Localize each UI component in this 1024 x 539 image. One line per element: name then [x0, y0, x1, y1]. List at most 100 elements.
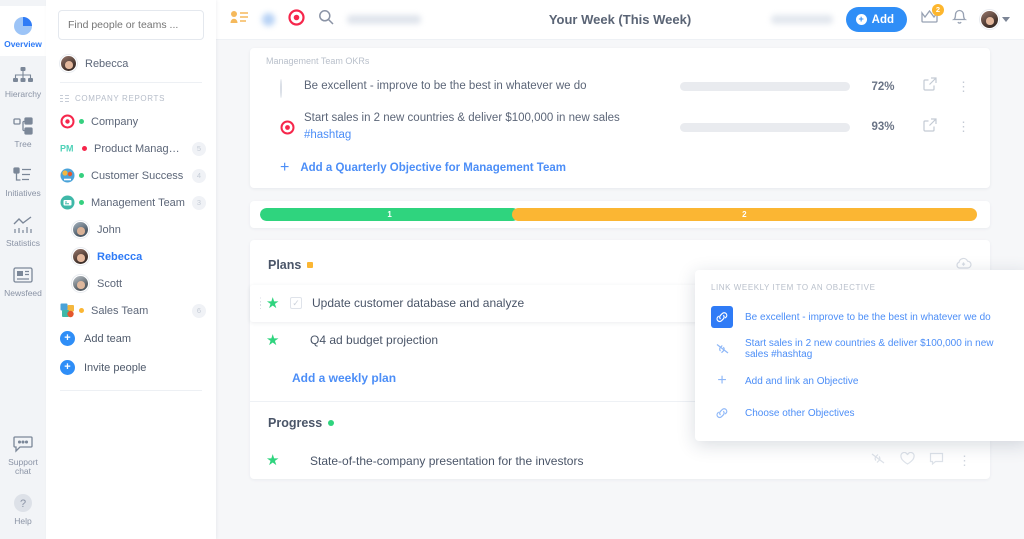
- progress-item-text[interactable]: State-of-the-company presentation for th…: [310, 454, 860, 468]
- popup-option-row[interactable]: Start sales in 2 new countries & deliver…: [695, 333, 1024, 365]
- svg-text:?: ?: [20, 498, 26, 510]
- heart-icon[interactable]: [900, 452, 915, 470]
- strip: 1 2: [260, 208, 980, 221]
- week-progress-strip: 1 2: [250, 201, 990, 228]
- popup-option-row[interactable]: Choose other Objectives: [695, 397, 1024, 429]
- strip-segment-2[interactable]: 2: [512, 208, 976, 221]
- team-row-product-management[interactable]: PM Product Managem... 5: [46, 135, 216, 162]
- rail-item-support-chat[interactable]: Support chat: [0, 424, 46, 484]
- rail-item-overview[interactable]: Overview: [0, 6, 46, 56]
- bell-icon[interactable]: [952, 9, 967, 30]
- drag-handle-icon[interactable]: ⋮⋮: [256, 299, 265, 307]
- rail-item-initiatives[interactable]: Initiatives: [0, 155, 46, 205]
- target-icon[interactable]: [280, 120, 294, 134]
- add-team-label: Add team: [84, 333, 131, 345]
- okr-hashtag[interactable]: #hashtag: [304, 127, 670, 144]
- invite-people-button[interactable]: + Invite people: [46, 353, 216, 382]
- open-external-icon[interactable]: [916, 118, 944, 137]
- plus-icon: +: [711, 370, 733, 392]
- top-bar: Your Week (This Week) + Add 2: [216, 0, 1024, 40]
- strip-segment-label: 1: [387, 210, 391, 219]
- people-teams-panel: Rebecca Company reports Company PM Produ…: [46, 0, 216, 539]
- popup-option-label: Be excellent - improve to be the best in…: [745, 312, 991, 323]
- team-row-customer-success[interactable]: Customer Success 4: [46, 162, 216, 189]
- icon-rail: Overview Hierarchy Tree Initiatives Stat: [0, 0, 46, 539]
- progress-more-menu[interactable]: ⋮: [958, 453, 972, 469]
- rail-item-statistics[interactable]: Statistics: [0, 205, 46, 255]
- blurred-text: [347, 15, 421, 24]
- rail-item-tree[interactable]: Tree: [0, 106, 46, 156]
- okr-more-menu[interactable]: ⋮: [954, 79, 974, 95]
- target-icon[interactable]: [288, 9, 305, 31]
- open-external-icon[interactable]: [916, 77, 944, 96]
- team-row-sales-team[interactable]: Sales Team 6: [46, 297, 216, 324]
- plan-checkbox[interactable]: ✓: [290, 297, 302, 309]
- crown-icon[interactable]: 2: [920, 9, 939, 30]
- question-mark-icon: ?: [0, 490, 46, 516]
- okr-more-menu[interactable]: ⋮: [954, 119, 974, 135]
- people-icon[interactable]: [230, 10, 249, 30]
- rail-item-newsfeed[interactable]: Newsfeed: [0, 255, 46, 305]
- search-input[interactable]: [58, 10, 204, 40]
- okr-title[interactable]: Be excellent - improve to be the best in…: [304, 78, 670, 95]
- pie-chart-icon: [0, 13, 46, 39]
- link-broken-icon[interactable]: [870, 452, 886, 470]
- strip-segment-1[interactable]: 1: [260, 208, 519, 221]
- add-weekly-plan-label: Add a weekly plan: [292, 371, 396, 385]
- okr-title[interactable]: Start sales in 2 new countries & deliver…: [304, 112, 620, 124]
- company-reports-text: Company reports: [75, 94, 165, 103]
- star-icon[interactable]: ★: [266, 333, 280, 348]
- rail-item-help[interactable]: ? Help: [0, 483, 46, 539]
- add-quarterly-objective-button[interactable]: + Add a Quarterly Objective for Manageme…: [250, 152, 990, 188]
- invite-people-label: Invite people: [84, 362, 146, 374]
- member-row-john[interactable]: John: [46, 216, 216, 243]
- rail-label: Support chat: [0, 458, 46, 478]
- okr-row: Start sales in 2 new countries & deliver…: [250, 103, 990, 152]
- list-icon: [60, 94, 69, 103]
- rail-label: Initiatives: [0, 189, 46, 199]
- hierarchy-icon: [0, 63, 46, 89]
- status-dot: [79, 173, 84, 178]
- star-icon[interactable]: ★: [266, 453, 280, 468]
- team-row-company[interactable]: Company: [46, 108, 216, 135]
- rail-item-hierarchy[interactable]: Hierarchy: [0, 56, 46, 106]
- member-row-scott[interactable]: Scott: [46, 270, 216, 297]
- rail-label: Hierarchy: [0, 90, 46, 100]
- status-dot: [79, 308, 84, 313]
- user-menu[interactable]: [980, 10, 1010, 29]
- add-team-button[interactable]: + Add team: [46, 324, 216, 353]
- team-row-management-team[interactable]: Management Team 3: [46, 189, 216, 216]
- team-count-badge: 6: [192, 304, 206, 318]
- pm-badge-icon: PM: [60, 141, 75, 156]
- svg-text:PM: PM: [60, 144, 74, 154]
- divider: [60, 82, 202, 83]
- divider: [60, 390, 202, 391]
- circle-outline-icon[interactable]: [280, 80, 294, 94]
- team-label: Sales Team: [91, 305, 185, 317]
- add-button[interactable]: + Add: [846, 7, 907, 32]
- team-label: Company: [91, 116, 206, 128]
- star-icon[interactable]: ★: [266, 296, 280, 311]
- status-dot: [79, 200, 84, 205]
- progress-item-row[interactable]: ★ State-of-the-company presentation for …: [250, 443, 990, 479]
- app-root: Overview Hierarchy Tree Initiatives Stat: [0, 0, 1024, 539]
- plus-icon: +: [856, 14, 867, 25]
- link-broken-icon: [711, 338, 733, 360]
- strip-segment-label: 2: [742, 210, 746, 219]
- okr-card: Management Team OKRs Be excellent - impr…: [250, 48, 990, 188]
- popup-option-row[interactable]: Be excellent - improve to be the best in…: [695, 301, 1024, 333]
- blurred-avatar: [262, 13, 275, 26]
- search-icon[interactable]: [318, 9, 334, 30]
- member-row-rebecca[interactable]: Rebecca: [46, 243, 216, 270]
- team-count-badge: 4: [192, 169, 206, 183]
- comment-icon[interactable]: [929, 452, 944, 470]
- popup-option-row[interactable]: + Add and link an Objective: [695, 365, 1024, 397]
- link-objective-popup: Link weekly item to an objective Be exce…: [695, 270, 1024, 441]
- popup-option-label: Choose other Objectives: [745, 408, 855, 419]
- avatar: [72, 275, 89, 292]
- panel-user-rebecca[interactable]: Rebecca: [46, 48, 216, 79]
- progress-title: Progress: [268, 416, 322, 430]
- team-label: Product Managem...: [94, 143, 185, 155]
- plus-icon: +: [60, 331, 75, 346]
- okr-percent: 72%: [860, 81, 906, 93]
